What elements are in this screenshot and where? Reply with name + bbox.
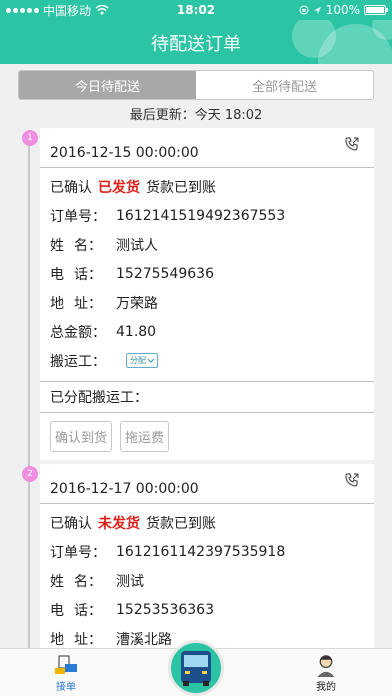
porter-label: 搬运工： <box>50 353 106 370</box>
name-row: 姓名： 测试 <box>40 566 374 595</box>
ship-status: 已发货 <box>98 179 140 196</box>
total-amount: 41.80 <box>116 323 157 340</box>
order-datetime: 2016-12-15 00:00:00 <box>50 145 199 161</box>
bus-icon <box>181 651 211 686</box>
chevron-down-icon <box>148 358 154 363</box>
rotation-lock-icon <box>299 5 309 15</box>
order-header: 2016-12-17 00:00:00 <box>40 464 374 504</box>
ship-status: 未发货 <box>98 515 140 532</box>
phone-call-icon[interactable] <box>344 472 360 488</box>
tab-today[interactable]: 今日待配送 <box>19 71 196 99</box>
status-bar: 中国移动 18:02 100% <box>0 0 392 20</box>
address-row: 地址： 万荣路 <box>40 288 374 317</box>
nav-header: 待配送订单 <box>0 20 392 64</box>
page-title: 待配送订单 <box>151 34 241 55</box>
order-number: 1612161142397535918 <box>116 543 286 560</box>
order-number-row: 订单号： 1612141519492367553 <box>40 201 374 230</box>
freight-fee-button[interactable]: 拖运费 <box>120 421 170 452</box>
customer-phone: 15253536363 <box>116 601 214 618</box>
order-status-row: 已确认 未发货 货款已到账 <box>40 508 374 537</box>
assigned-porter-label: 已分配搬运工： <box>50 390 148 406</box>
order-card: 2016-12-17 00:00:00 已确认 未发货 货款已到账 订单号： 1… <box>40 464 374 654</box>
tab-profile-label: 我的 <box>316 682 336 693</box>
phone-call-icon[interactable] <box>344 136 360 152</box>
bus-button[interactable] <box>168 640 224 696</box>
timeline-marker: 1 <box>22 130 38 146</box>
phone-row: 电话： 15253536363 <box>40 595 374 624</box>
tab-orders-label: 接单 <box>56 682 76 693</box>
payment-status: 货款已到账 <box>146 515 216 532</box>
address-label: 地址： <box>50 295 102 312</box>
order-status-row: 已确认 已发货 货款已到账 <box>40 172 374 201</box>
customer-phone: 15275549636 <box>116 265 214 282</box>
payment-status: 货款已到账 <box>146 179 216 196</box>
total-row: 总金额： 41.80 <box>40 317 374 346</box>
battery-percent: 100% <box>325 3 360 17</box>
order-datetime: 2016-12-17 00:00:00 <box>50 481 199 497</box>
last-update-text: 最后更新：今天 18:02 <box>129 108 263 123</box>
total-label: 总金额： <box>50 324 106 341</box>
tab-profile[interactable]: 我的 <box>296 653 356 693</box>
timeline-marker: 2 <box>22 466 38 482</box>
phone-label: 电话： <box>50 266 102 283</box>
assigned-porter-row: 已分配搬运工： <box>40 382 374 412</box>
wifi-icon <box>95 5 109 15</box>
confirm-delivery-button[interactable]: 确认到货 <box>50 421 113 452</box>
name-row: 姓名： 测试人 <box>40 230 374 259</box>
carrier-label: 中国移动 <box>43 3 92 18</box>
porter-row: 搬运工： 分配 <box>40 346 374 375</box>
action-row: 确认到货 拖运费 <box>40 413 374 460</box>
order-number-row: 订单号： 1612161142397535918 <box>40 537 374 566</box>
signal-strength-icon <box>6 7 39 13</box>
confirm-status: 已确认 <box>50 179 92 196</box>
battery-icon <box>364 5 388 15</box>
tab-bar: 今日待配送 全部待配送 <box>18 70 374 100</box>
customer-name: 测试 <box>116 573 144 590</box>
name-label: 姓名： <box>50 573 102 590</box>
customer-address: 漕溪北路 <box>116 631 172 648</box>
location-arrow-icon <box>313 6 321 14</box>
phone-label: 电话： <box>50 602 102 619</box>
profile-icon <box>317 655 335 678</box>
assign-porter-button[interactable]: 分配 <box>126 353 158 368</box>
confirm-status: 已确认 <box>50 515 92 532</box>
tab-orders[interactable]: 接单 <box>36 653 96 693</box>
order-number: 1612141519492367553 <box>116 207 286 224</box>
order-number-label: 订单号： <box>50 544 106 561</box>
name-label: 姓名： <box>50 237 102 254</box>
order-number-label: 订单号： <box>50 208 106 225</box>
address-label: 地址： <box>50 631 102 648</box>
phone-row: 电话： 15275549636 <box>40 259 374 288</box>
timeline-line <box>28 138 30 658</box>
customer-address: 万荣路 <box>116 295 158 312</box>
customer-name: 测试人 <box>116 237 158 254</box>
order-header: 2016-12-15 00:00:00 <box>40 128 374 168</box>
order-icon <box>55 655 77 674</box>
order-card: 2016-12-15 00:00:00 已确认 已发货 货款已到账 订单号： 1… <box>40 128 374 460</box>
tab-all[interactable]: 全部待配送 <box>196 71 373 99</box>
